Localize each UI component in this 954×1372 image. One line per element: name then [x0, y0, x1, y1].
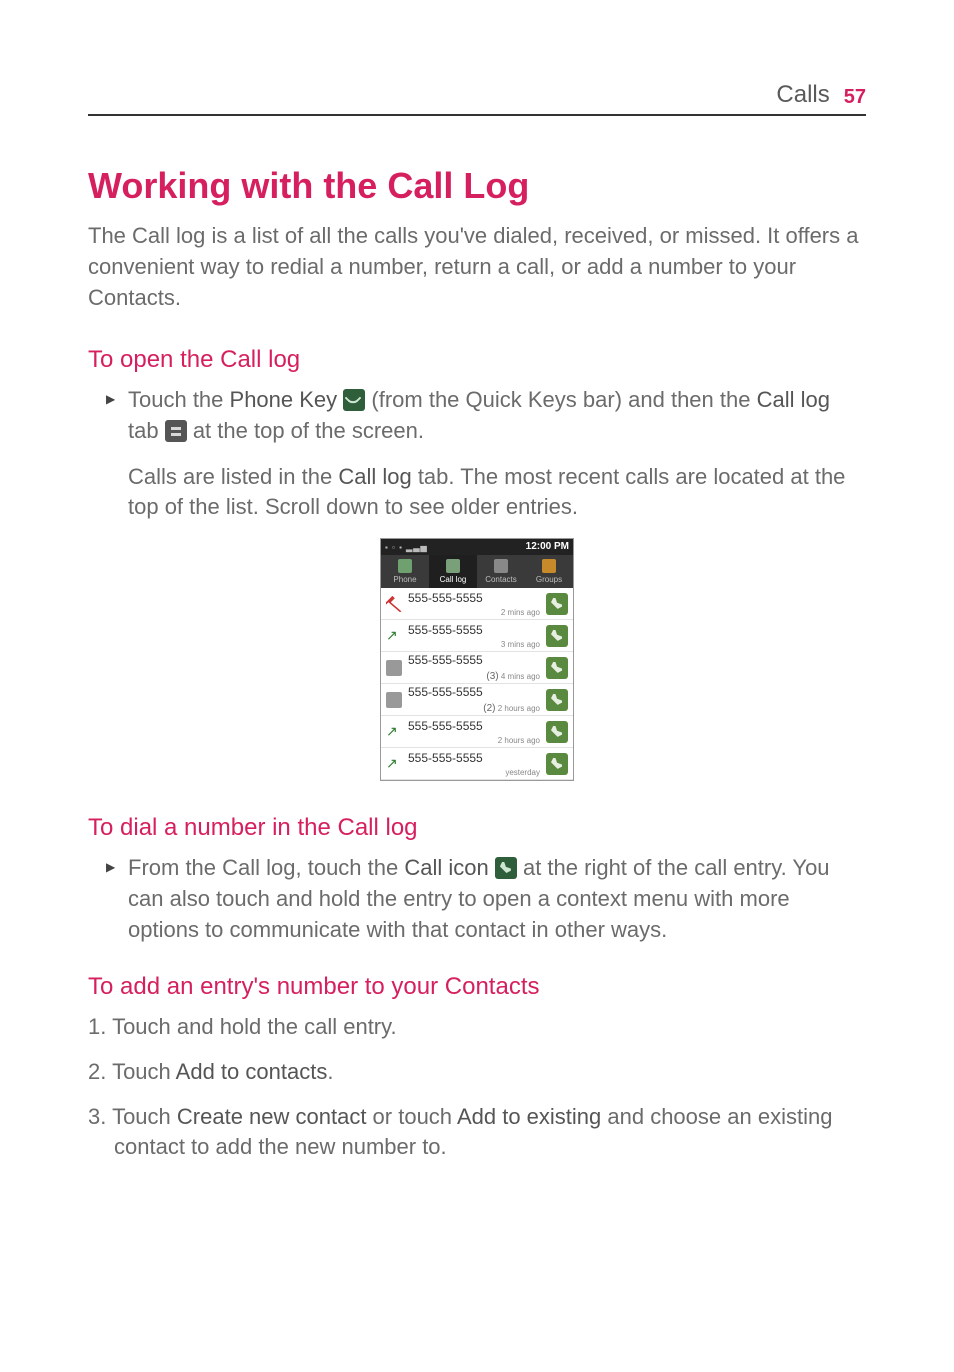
- phone-key-label: Phone Key: [230, 387, 338, 412]
- row-call-button[interactable]: [546, 721, 568, 743]
- incoming-call-icon: [386, 692, 402, 708]
- tab-contacts[interactable]: Contacts: [477, 555, 525, 588]
- groups-icon: [542, 559, 556, 573]
- status-bar: ▪ ▫ ▪ ▂▃▅ 12:00 PM: [381, 539, 573, 555]
- call-log-row[interactable]: ↗ 555-555-5555 3 mins ago: [381, 620, 573, 652]
- tab-label: Contacts: [485, 575, 517, 584]
- screenshot-frame: ▪ ▫ ▪ ▂▃▅ 12:00 PM Phone Call log Contac…: [380, 538, 574, 781]
- text: at the top of the screen.: [187, 418, 424, 443]
- outgoing-call-icon: ↗: [386, 724, 402, 740]
- row-time: yesterday: [408, 767, 540, 778]
- text: Touch the: [128, 387, 230, 412]
- signal-icons: ▪ ▫ ▪ ▂▃▅: [385, 542, 428, 553]
- text: or touch: [366, 1104, 457, 1129]
- outgoing-call-icon: ↗: [386, 756, 402, 772]
- add-to-contacts-label: Add to contacts: [176, 1059, 328, 1084]
- contacts-icon: [494, 559, 508, 573]
- header-section: Calls: [776, 78, 829, 112]
- add-to-existing-label: Add to existing: [457, 1104, 601, 1129]
- call-log-row[interactable]: ↗ 555-555-5555 2 hours ago: [381, 716, 573, 748]
- row-number: 555-555-5555: [408, 623, 483, 637]
- incoming-call-icon: [386, 660, 402, 676]
- call-log-icon: [446, 559, 460, 573]
- row-time: 3 mins ago: [408, 639, 540, 650]
- row-time: (2) 2 hours ago: [408, 702, 540, 716]
- create-new-contact-label: Create new contact: [177, 1104, 367, 1129]
- text: (from the Quick Keys bar) and then the: [365, 387, 756, 412]
- tab-call-log[interactable]: Call log: [429, 555, 477, 588]
- outgoing-call-icon: ↗: [386, 628, 402, 644]
- tab-label: Call log: [440, 575, 467, 584]
- row-call-button[interactable]: [546, 625, 568, 647]
- subhead-dial-number: To dial a number in the Call log: [88, 811, 866, 845]
- bullet-dial-number: ▶ From the Call log, touch the Call icon…: [88, 853, 866, 945]
- row-call-button[interactable]: [546, 593, 568, 615]
- call-log-label: Call log: [338, 464, 411, 489]
- page-header: Calls 57: [88, 78, 866, 116]
- tab-label: Groups: [536, 575, 562, 584]
- row-number: 555-555-5555: [408, 653, 483, 667]
- missed-call-icon: [386, 596, 402, 612]
- row-number: 555-555-5555: [408, 751, 483, 765]
- row-time: 2 mins ago: [408, 607, 540, 618]
- call-log-row[interactable]: 555-555-5555 (3) 4 mins ago: [381, 652, 573, 684]
- row-call-button[interactable]: [546, 753, 568, 775]
- call-log-row[interactable]: 555-555-5555 2 mins ago: [381, 588, 573, 620]
- subhead-open-call-log: To open the Call log: [88, 343, 866, 377]
- bullet-open-call-log: ▶ Touch the Phone Key (from the Quick Ke…: [88, 385, 866, 447]
- call-icon-label: Call icon: [404, 855, 488, 880]
- text: Touch and hold the call entry.: [112, 1014, 397, 1039]
- row-number: 555-555-5555: [408, 685, 483, 699]
- call-log-row[interactable]: ↗ 555-555-5555 yesterday: [381, 748, 573, 780]
- bullet-marker-icon: ▶: [106, 859, 115, 876]
- row-time: 2 hours ago: [408, 735, 540, 746]
- bullet-marker-icon: ▶: [106, 391, 115, 408]
- row-number: 555-555-5555: [408, 591, 483, 605]
- text: .: [327, 1059, 333, 1084]
- text: Touch: [112, 1059, 176, 1084]
- call-log-tab-icon: [165, 420, 187, 442]
- status-time: 12:00 PM: [526, 540, 569, 554]
- row-call-button[interactable]: [546, 657, 568, 679]
- add-to-contacts-steps: 1. Touch and hold the call entry. 2. Tou…: [88, 1012, 866, 1163]
- text: tab: [128, 418, 165, 443]
- call-icon: [495, 857, 517, 879]
- step-2: 2. Touch Add to contacts.: [88, 1057, 866, 1088]
- phone-icon: [398, 559, 412, 573]
- tab-label: Phone: [393, 575, 416, 584]
- row-time: (3) 4 mins ago: [408, 670, 540, 684]
- open-call-log-note: Calls are listed in the Call log tab. Th…: [88, 462, 866, 524]
- tab-phone[interactable]: Phone: [381, 555, 429, 588]
- phone-key-icon: [343, 389, 365, 411]
- step-3: 3. Touch Create new contact or touch Add…: [88, 1102, 866, 1164]
- tab-groups[interactable]: Groups: [525, 555, 573, 588]
- text: From the Call log, touch the: [128, 855, 404, 880]
- tab-bar: Phone Call log Contacts Groups: [381, 555, 573, 588]
- subhead-add-to-contacts: To add an entry's number to your Contact…: [88, 970, 866, 1004]
- row-number: 555-555-5555: [408, 719, 483, 733]
- text: Touch: [112, 1104, 177, 1129]
- intro-paragraph: The Call log is a list of all the calls …: [88, 221, 866, 313]
- call-log-row[interactable]: 555-555-5555 (2) 2 hours ago: [381, 684, 573, 716]
- step-1: 1. Touch and hold the call entry.: [88, 1012, 866, 1043]
- text: Calls are listed in the: [128, 464, 338, 489]
- page-title: Working with the Call Log: [88, 161, 866, 211]
- screenshot-call-log: ▪ ▫ ▪ ▂▃▅ 12:00 PM Phone Call log Contac…: [88, 538, 866, 781]
- row-call-button[interactable]: [546, 689, 568, 711]
- call-log-label: Call log: [757, 387, 830, 412]
- header-page-number: 57: [844, 83, 866, 111]
